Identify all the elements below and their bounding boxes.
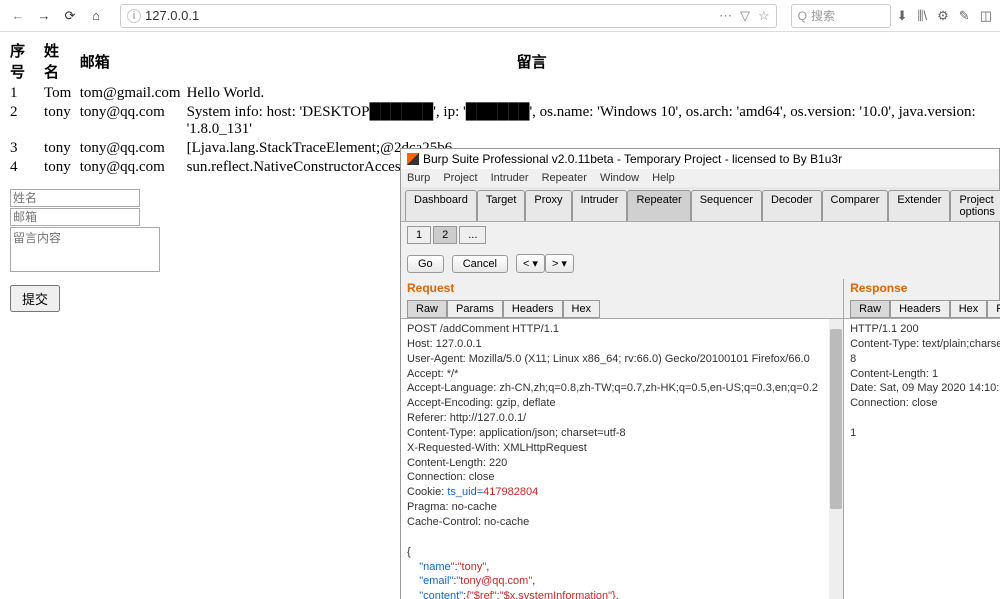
next-button[interactable]: > ▾ xyxy=(545,254,574,273)
col-name: 姓名 xyxy=(44,38,80,84)
more-icon[interactable]: ⋯ xyxy=(719,8,732,24)
res-tab-raw[interactable]: Raw xyxy=(850,300,890,318)
name-input[interactable] xyxy=(10,189,140,207)
request-title: Request xyxy=(401,279,843,297)
url-text: 127.0.0.1 xyxy=(145,8,719,23)
shield-icon[interactable]: ▽ xyxy=(740,8,750,24)
table-row: 1Tomtom@gmail.comHello World. xyxy=(10,84,990,103)
request-body[interactable]: POST /addComment HTTP/1.1 Host: 127.0.0.… xyxy=(401,318,843,599)
res-tab-render[interactable]: Render xyxy=(987,300,1000,318)
address-bar[interactable]: i 127.0.0.1 ⋯ ▽ ☆ xyxy=(120,4,777,28)
reload-button[interactable]: ⟳ xyxy=(60,6,80,26)
content-input[interactable] xyxy=(10,227,160,272)
tab-target[interactable]: Target xyxy=(477,190,526,221)
col-msg: 留言 xyxy=(187,38,990,84)
burp-menubar: Burp Project Intruder Repeater Window He… xyxy=(401,169,999,187)
req-tab-headers[interactable]: Headers xyxy=(503,300,563,318)
burp-window: Burp Suite Professional v2.0.11beta - Te… xyxy=(400,148,1000,599)
response-body[interactable]: HTTP/1.1 200 Content-Type: text/plain;ch… xyxy=(844,318,1000,599)
burp-logo-icon xyxy=(407,153,419,165)
tab-dashboard[interactable]: Dashboard xyxy=(405,190,477,221)
menu-project[interactable]: Project xyxy=(443,172,477,184)
email-input[interactable] xyxy=(10,208,140,226)
sidebar-icon[interactable]: ◫ xyxy=(980,8,992,24)
tab-intruder[interactable]: Intruder xyxy=(572,190,628,221)
menu-repeater[interactable]: Repeater xyxy=(542,172,587,184)
info-icon[interactable]: i xyxy=(127,9,141,23)
col-id: 序号 xyxy=(10,38,44,84)
request-pane: Request Raw Params Headers Hex POST /add… xyxy=(401,279,844,599)
col-email: 邮箱 xyxy=(80,38,187,84)
browser-toolbar: ← → ⟳ ⌂ i 127.0.0.1 ⋯ ▽ ☆ Q搜索 ⬇ ⫼\ ⚙ ✎ ◫ xyxy=(0,0,1000,32)
burp-titlebar: Burp Suite Professional v2.0.11beta - Te… xyxy=(401,149,999,169)
search-box[interactable]: Q搜索 xyxy=(791,4,891,28)
req-tab-params[interactable]: Params xyxy=(447,300,503,318)
star-icon[interactable]: ☆ xyxy=(758,8,770,24)
prev-button[interactable]: < ▾ xyxy=(516,254,545,273)
tab-comparer[interactable]: Comparer xyxy=(822,190,889,221)
tab-repeater[interactable]: Repeater xyxy=(627,190,690,221)
table-row: 2tonytony@qq.comSystem info: host: 'DESK… xyxy=(10,103,990,139)
req-tab-hex[interactable]: Hex xyxy=(563,300,601,318)
response-pane: Response Raw Headers Hex Render HTTP/1.1… xyxy=(844,279,1000,599)
tab-sequencer[interactable]: Sequencer xyxy=(691,190,762,221)
evernote-icon[interactable]: ✎ xyxy=(959,8,970,24)
res-tab-headers[interactable]: Headers xyxy=(890,300,950,318)
sub-tab-more[interactable]: ... xyxy=(459,226,486,244)
back-button[interactable]: ← xyxy=(8,6,28,26)
tab-decoder[interactable]: Decoder xyxy=(762,190,822,221)
go-button[interactable]: Go xyxy=(407,255,444,273)
tab-proxy[interactable]: Proxy xyxy=(525,190,571,221)
main-tabs: Dashboard Target Proxy Intruder Repeater… xyxy=(401,187,999,222)
repeater-sub-tabs: 1 2 ... xyxy=(401,222,999,248)
action-row: Go Cancel < ▾ > ▾ xyxy=(401,248,999,279)
submit-button[interactable]: 提交 xyxy=(10,285,60,312)
menu-burp[interactable]: Burp xyxy=(407,172,430,184)
sub-tab-1[interactable]: 1 xyxy=(407,226,431,244)
library-icon[interactable]: ⫼\ xyxy=(918,8,928,24)
tab-project-options[interactable]: Project options xyxy=(950,190,1000,221)
menu-help[interactable]: Help xyxy=(652,172,675,184)
menu-intruder[interactable]: Intruder xyxy=(491,172,529,184)
sub-tab-2[interactable]: 2 xyxy=(433,226,457,244)
res-tab-hex[interactable]: Hex xyxy=(950,300,988,318)
tab-extender[interactable]: Extender xyxy=(888,190,950,221)
gear-icon[interactable]: ⚙ xyxy=(937,8,949,24)
forward-button[interactable]: → xyxy=(34,6,54,26)
home-button[interactable]: ⌂ xyxy=(86,6,106,26)
response-title: Response xyxy=(844,279,1000,297)
request-scrollbar[interactable] xyxy=(829,319,843,599)
req-tab-raw[interactable]: Raw xyxy=(407,300,447,318)
menu-window[interactable]: Window xyxy=(600,172,639,184)
cancel-button[interactable]: Cancel xyxy=(452,255,508,273)
download-icon[interactable]: ⬇ xyxy=(897,8,908,24)
